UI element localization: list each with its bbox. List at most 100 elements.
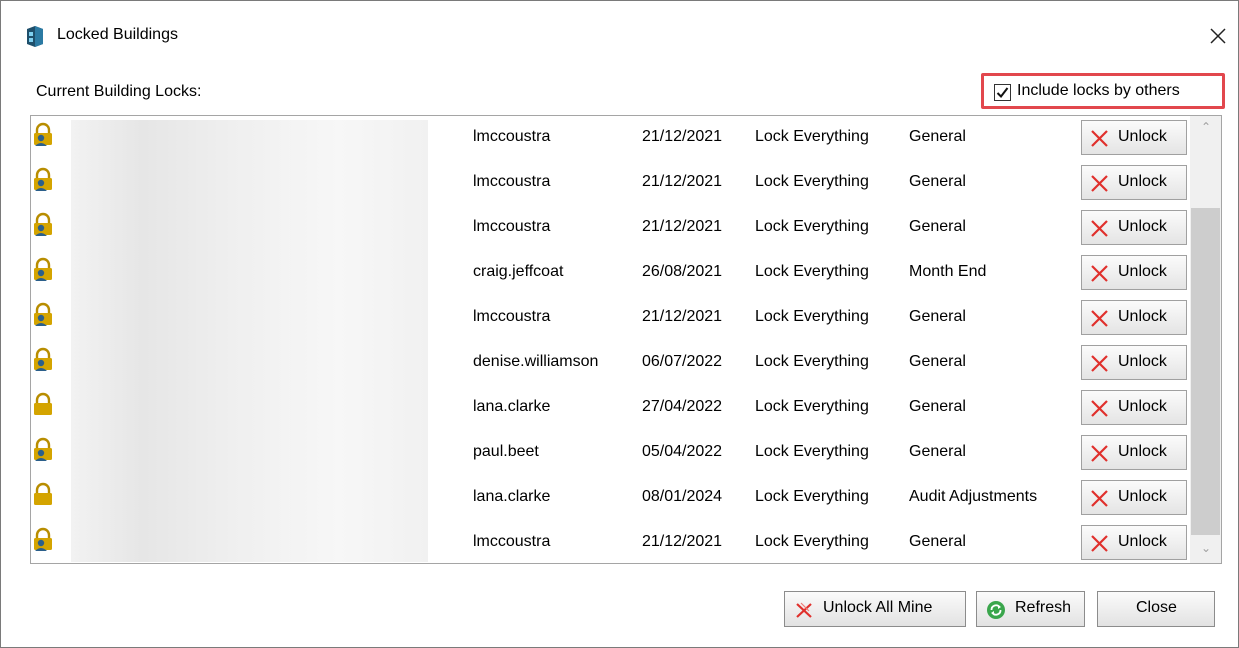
lock-icon [34, 392, 52, 415]
lock-type: Lock Everything [755, 398, 869, 415]
table-row[interactable]: lana.clarke 27/04/2022 Lock Everything Gene… [31, 386, 1191, 431]
lock-date: 21/12/2021 [642, 308, 723, 325]
lock-user: lmccoustra [473, 173, 551, 190]
lock-date: 08/01/2024 [642, 488, 723, 505]
unlock-label: Unlock [1118, 398, 1167, 415]
vertical-scrollbar[interactable]: ⌃ ⌄ [1190, 116, 1221, 563]
lock-category: General [909, 443, 966, 460]
unlock-button[interactable]: Unlock [1081, 255, 1187, 290]
unlock-label: Unlock [1118, 533, 1167, 550]
building-db-icon [27, 26, 43, 47]
lock-type: Lock Everything [755, 128, 869, 145]
include-others-checkbox[interactable] [994, 84, 1011, 101]
unlock-label: Unlock [1118, 263, 1167, 280]
current-locks-label: Current Building Locks: [36, 83, 202, 100]
lock-user-icon [34, 167, 52, 191]
lock-user-icon [34, 122, 52, 146]
unlock-button[interactable]: Unlock [1081, 525, 1187, 560]
locks-list[interactable]: lmccoustra 21/12/2021 Lock Everything Gener… [30, 115, 1222, 564]
lock-category: General [909, 353, 966, 370]
unlock-label: Unlock [1118, 353, 1167, 370]
scroll-up-icon[interactable]: ⌃ [1199, 120, 1213, 134]
include-others-label[interactable]: Include locks by others [1017, 82, 1180, 100]
lock-category: General [909, 128, 966, 145]
unlock-button[interactable]: Unlock [1081, 300, 1187, 335]
unlock-label: Unlock [1118, 173, 1167, 190]
lock-user-icon [34, 527, 52, 551]
lock-type: Lock Everything [755, 488, 869, 505]
red-x-icon [1091, 220, 1108, 237]
lock-type: Lock Everything [755, 308, 869, 325]
lock-date: 21/12/2021 [642, 533, 723, 550]
lock-category: General [909, 533, 966, 550]
lock-date: 06/07/2022 [642, 353, 723, 370]
table-row[interactable]: lana.clarke 08/01/2024 Lock Everything Audi… [31, 476, 1191, 521]
lock-user: lmccoustra [473, 128, 551, 145]
lock-user-icon [34, 212, 52, 236]
lock-category: General [909, 173, 966, 190]
lock-type: Lock Everything [755, 533, 869, 550]
unlock-all-mine-label: Unlock All Mine [823, 599, 933, 616]
table-row[interactable]: lmccoustra 21/12/2021 Lock Everything Gener… [31, 296, 1191, 341]
lock-category: General [909, 398, 966, 415]
close-button[interactable]: Close [1097, 591, 1215, 627]
unlock-all-icon [796, 602, 812, 618]
lock-user-icon [34, 257, 52, 281]
table-row[interactable]: lmccoustra 21/12/2021 Lock Everything Gener… [31, 206, 1191, 251]
table-row[interactable]: lmccoustra 21/12/2021 Lock Everything Gener… [31, 116, 1191, 161]
lock-date: 21/12/2021 [642, 128, 723, 145]
checkmark-icon [996, 87, 1009, 99]
refresh-icon [987, 601, 1005, 619]
lock-user: craig.jeffcoat [473, 263, 564, 280]
table-row[interactable]: craig.jeffcoat 26/08/2021 Lock Everything M… [31, 251, 1191, 296]
unlock-label: Unlock [1118, 308, 1167, 325]
unlock-button[interactable]: Unlock [1081, 210, 1187, 245]
table-row[interactable]: denise.williamson 06/07/2022 Lock Everythi… [31, 341, 1191, 386]
red-x-icon [1091, 175, 1108, 192]
lock-date: 21/12/2021 [642, 173, 723, 190]
lock-user: lmccoustra [473, 533, 551, 550]
unlock-button[interactable]: Unlock [1081, 480, 1187, 515]
red-x-icon [1091, 130, 1108, 147]
lock-user-icon [34, 347, 52, 371]
unlock-all-mine-button[interactable]: Unlock All Mine [784, 591, 966, 627]
table-row[interactable]: paul.beet 05/04/2022 Lock Everything Genera… [31, 431, 1191, 476]
table-row[interactable]: lmccoustra 21/12/2021 Lock Everything Gener… [31, 161, 1191, 206]
unlock-button[interactable]: Unlock [1081, 165, 1187, 200]
lock-user-icon [34, 437, 52, 461]
lock-category: Audit Adjustments [909, 488, 1038, 505]
lock-type: Lock Everything [755, 263, 869, 280]
window-title: Locked Buildings [57, 26, 178, 43]
red-x-icon [1091, 445, 1108, 462]
lock-type: Lock Everything [755, 443, 869, 460]
unlock-label: Unlock [1118, 443, 1167, 460]
unlock-button[interactable]: Unlock [1081, 390, 1187, 425]
locked-buildings-dialog: Locked Buildings Current Building Locks:… [0, 0, 1239, 648]
unlock-button[interactable]: Unlock [1081, 435, 1187, 470]
lock-date: 05/04/2022 [642, 443, 723, 460]
scroll-down-icon[interactable]: ⌄ [1199, 541, 1213, 555]
lock-user: lana.clarke [473, 488, 551, 505]
unlock-button[interactable]: Unlock [1081, 345, 1187, 380]
lock-type: Lock Everything [755, 353, 869, 370]
lock-category: General [909, 218, 966, 235]
lock-user: lana.clarke [473, 398, 551, 415]
close-label: Close [1136, 599, 1177, 616]
refresh-button[interactable]: Refresh [976, 591, 1085, 627]
close-icon[interactable] [1197, 17, 1237, 53]
lock-type: Lock Everything [755, 173, 869, 190]
lock-user-icon [34, 302, 52, 326]
lock-date: 21/12/2021 [642, 218, 723, 235]
lock-icon [34, 482, 52, 505]
include-others-highlight: Include locks by others [981, 73, 1225, 109]
lock-user: paul.beet [473, 443, 539, 460]
unlock-button[interactable]: Unlock [1081, 120, 1187, 155]
table-row[interactable]: lmccoustra 21/12/2021 Lock Everything Gener… [31, 521, 1191, 563]
lock-user: denise.williamson [473, 353, 599, 370]
red-x-icon [1091, 490, 1108, 507]
lock-date: 26/08/2021 [642, 263, 723, 280]
scrollbar-thumb[interactable] [1191, 208, 1220, 535]
lock-category: General [909, 308, 966, 325]
title-bar: Locked Buildings [1, 1, 1238, 71]
lock-user: lmccoustra [473, 308, 551, 325]
